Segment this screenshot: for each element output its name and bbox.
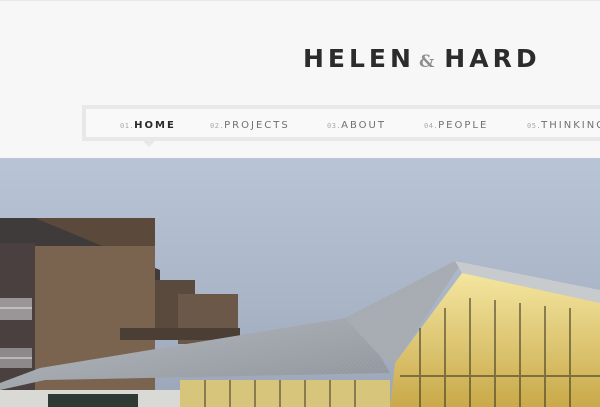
top-divider xyxy=(0,0,600,1)
nav-item-number: 04. xyxy=(424,122,439,130)
nav-item-thinking[interactable]: 05.THINKING xyxy=(527,109,600,137)
nav-active-pointer xyxy=(143,141,155,147)
nav-item-label: PEOPLE xyxy=(438,120,489,131)
brand-name-right: HARD xyxy=(444,44,541,73)
nav-item-number: 03. xyxy=(327,122,342,130)
brand-name-left: HELEN xyxy=(303,44,415,73)
nav-item-label: THINKING xyxy=(541,120,600,131)
nav-item-number: 02. xyxy=(210,122,225,130)
nav-item-label: ABOUT xyxy=(341,120,386,131)
nav-item-about[interactable]: 03.ABOUT xyxy=(327,109,386,137)
nav-item-number: 01. xyxy=(120,122,135,130)
nav-item-projects[interactable]: 02.PROJECTS xyxy=(210,109,290,137)
hero-building-photo xyxy=(0,158,600,407)
main-nav-bar: 01.HOME 02.PROJECTS 03.ABOUT 04.PEOPLE 0… xyxy=(86,109,600,137)
brand-ampersand: & xyxy=(418,52,435,72)
brand-logo[interactable]: HELEN & HARD xyxy=(303,44,541,73)
nav-item-number: 05. xyxy=(527,122,542,130)
nav-item-home[interactable]: 01.HOME xyxy=(120,109,176,137)
nav-item-people[interactable]: 04.PEOPLE xyxy=(424,109,488,137)
nav-item-label: PROJECTS xyxy=(224,120,290,131)
nav-item-label: HOME xyxy=(134,120,176,131)
hero-image xyxy=(0,158,600,407)
main-nav: 01.HOME 02.PROJECTS 03.ABOUT 04.PEOPLE 0… xyxy=(82,105,600,141)
